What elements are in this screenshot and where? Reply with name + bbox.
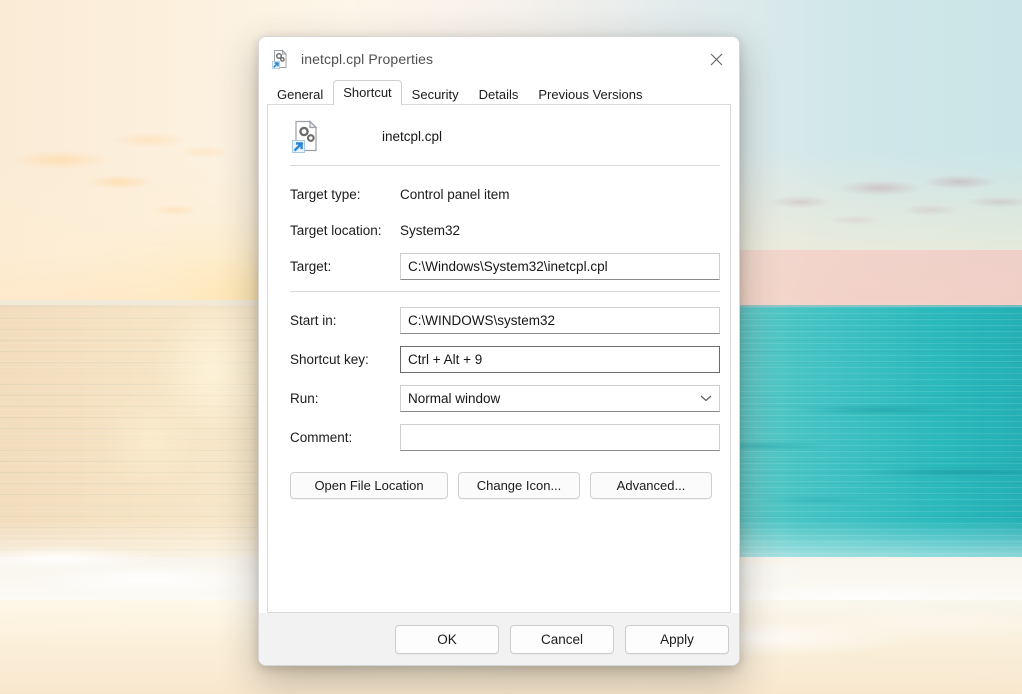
shortcut-action-buttons: Open File Location Change Icon... Advanc… — [268, 462, 730, 499]
properties-dialog: inetcpl.cpl Properties General Shortcut … — [258, 36, 740, 666]
section-divider — [290, 291, 720, 292]
target-location-label: Target location: — [290, 222, 382, 238]
desktop-wallpaper: inetcpl.cpl Properties General Shortcut … — [0, 0, 1022, 694]
title-bar: inetcpl.cpl Properties — [259, 37, 739, 81]
target-label: Target: — [290, 258, 332, 274]
row-shortcut-key: Shortcut key: Ctrl + Alt + 9 — [290, 345, 720, 373]
tab-strip: General Shortcut Security Details Previo… — [259, 80, 739, 105]
shortcut-key-input[interactable]: Ctrl + Alt + 9 — [400, 345, 720, 373]
tab-general[interactable]: General — [267, 83, 333, 105]
row-target-type: Target type: Control panel item — [290, 180, 720, 208]
dialog-footer: OK Cancel Apply — [259, 613, 739, 665]
shortcut-fields-2: Start in: C:\WINDOWS\system32 Shortcut k… — [268, 306, 730, 451]
advanced-button[interactable]: Advanced... — [590, 472, 712, 499]
tab-previous-versions[interactable]: Previous Versions — [528, 83, 652, 105]
start-in-label: Start in: — [290, 312, 337, 328]
shortcut-tab-pane: inetcpl.cpl Target type: Control panel i… — [267, 105, 731, 613]
row-comment: Comment: — [290, 423, 720, 451]
chevron-down-icon — [697, 394, 715, 402]
open-file-location-button[interactable]: Open File Location — [290, 472, 448, 499]
shortcut-file-name: inetcpl.cpl — [382, 128, 443, 144]
control-panel-shortcut-icon — [290, 119, 324, 153]
apply-button[interactable]: Apply — [625, 624, 729, 654]
shortcut-key-label: Shortcut key: — [290, 351, 369, 367]
run-dropdown-value: Normal window — [408, 390, 501, 406]
target-input[interactable]: C:\Windows\System32\inetcpl.cpl — [400, 252, 720, 280]
shortcut-header: inetcpl.cpl — [268, 105, 730, 165]
change-icon-button[interactable]: Change Icon... — [458, 472, 580, 499]
tab-details[interactable]: Details — [469, 83, 529, 105]
cancel-button[interactable]: Cancel — [510, 624, 614, 654]
tab-shortcut[interactable]: Shortcut — [333, 80, 402, 105]
comment-input[interactable] — [400, 423, 720, 451]
run-label: Run: — [290, 390, 319, 406]
row-start-in: Start in: C:\WINDOWS\system32 — [290, 306, 720, 334]
close-icon[interactable] — [693, 37, 739, 81]
tab-security[interactable]: Security — [402, 83, 469, 105]
comment-label: Comment: — [290, 429, 353, 445]
target-type-value: Control panel item — [400, 186, 510, 202]
shortcut-fields: Target type: Control panel item Target l… — [268, 166, 730, 280]
ok-button[interactable]: OK — [395, 624, 499, 654]
run-dropdown[interactable]: Normal window — [400, 384, 720, 412]
row-run: Run: Normal window — [290, 384, 720, 412]
row-target-location: Target location: System32 — [290, 216, 720, 244]
start-in-input[interactable]: C:\WINDOWS\system32 — [400, 306, 720, 334]
target-type-label: Target type: — [290, 186, 361, 202]
target-location-value: System32 — [400, 222, 461, 238]
window-title: inetcpl.cpl Properties — [301, 51, 434, 67]
control-panel-shortcut-icon — [271, 49, 291, 69]
row-target: Target: C:\Windows\System32\inetcpl.cpl — [290, 252, 720, 280]
